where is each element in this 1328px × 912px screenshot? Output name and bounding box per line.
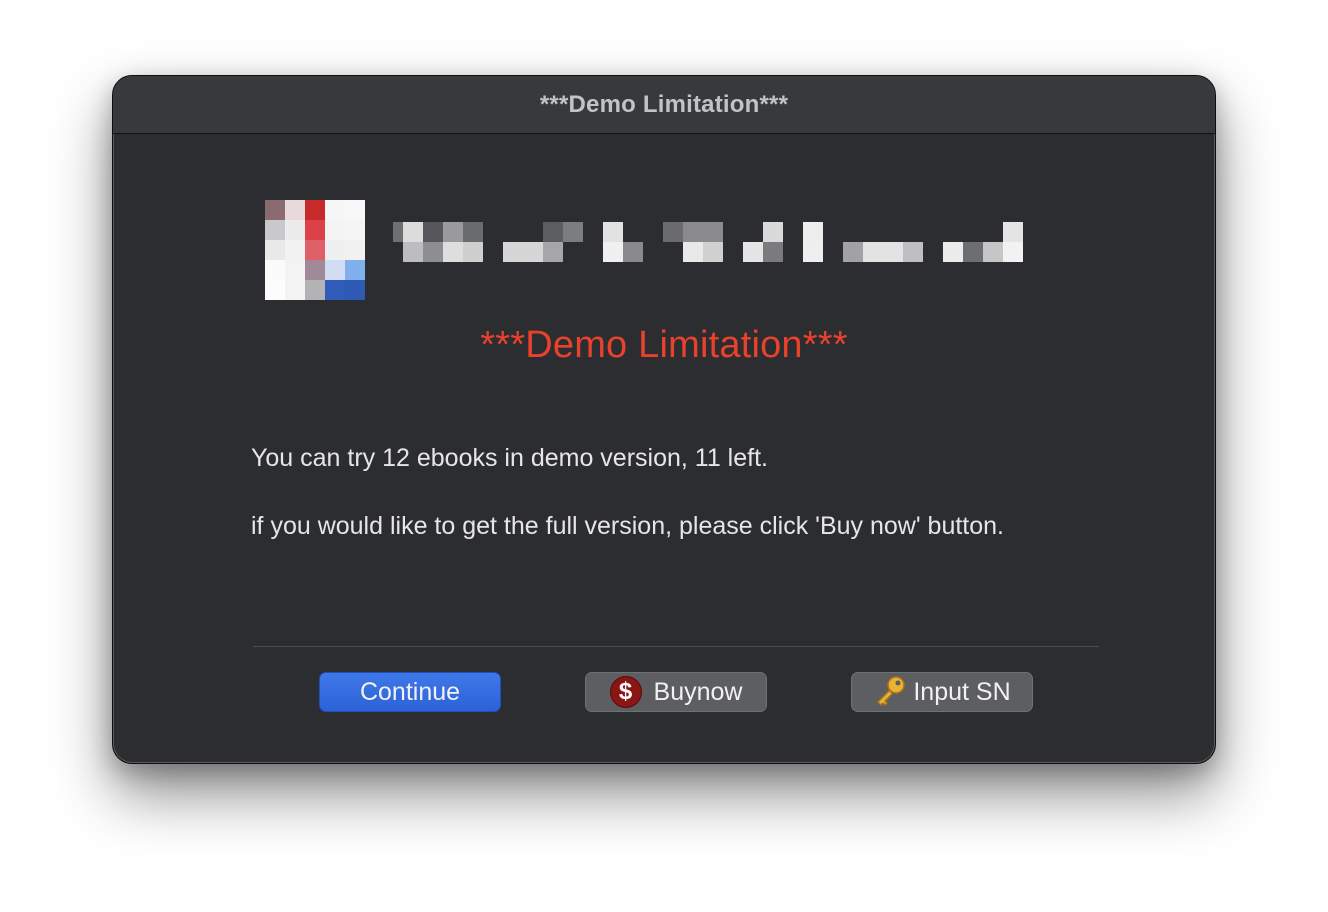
buy-now-button-label: Buynow — [653, 677, 743, 706]
continue-button[interactable]: Continue — [319, 672, 501, 712]
buy-now-button[interactable]: $ Buynow — [585, 672, 767, 712]
dollar-icon: $ — [609, 676, 642, 708]
demo-limitation-dialog: ***Demo Limitation*** ***Demo Limitation… — [112, 75, 1216, 764]
input-sn-button-label: Input SN — [913, 677, 1011, 706]
buy-instruction-message: if you would like to get the full versio… — [251, 512, 1005, 540]
continue-button-label: Continue — [359, 677, 461, 706]
app-icon — [265, 200, 365, 300]
app-name-pixelated — [393, 222, 1033, 262]
title-bar[interactable]: ***Demo Limitation*** — [113, 76, 1215, 134]
window-title: ***Demo Limitation*** — [539, 90, 789, 118]
input-sn-button[interactable]: Input SN — [851, 672, 1033, 712]
trial-count-message: You can try 12 ebooks in demo version, 1… — [251, 444, 768, 472]
demo-limitation-headline: ***Demo Limitation*** — [480, 324, 848, 366]
key-icon — [873, 675, 907, 709]
divider — [253, 646, 1099, 647]
